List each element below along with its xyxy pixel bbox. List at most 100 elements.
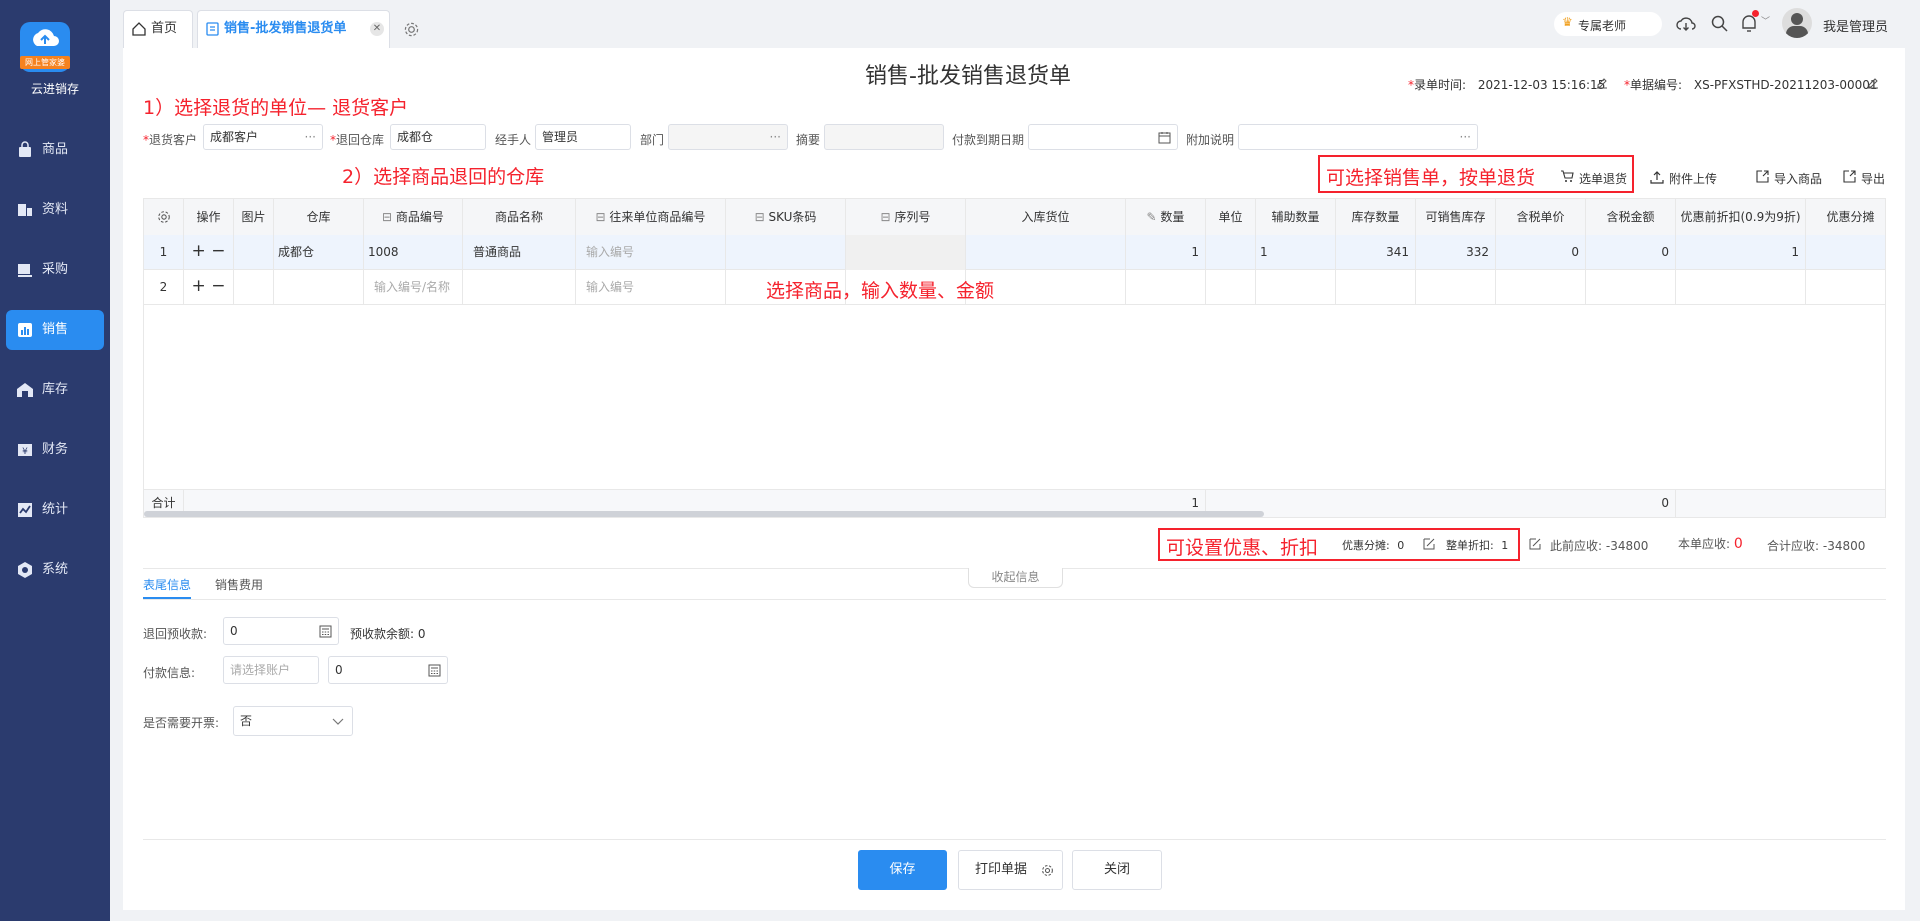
search-icon[interactable] (1711, 15, 1728, 32)
add-row-icon[interactable]: + (192, 276, 206, 296)
share-cell[interactable] (1806, 270, 1885, 305)
handler-input[interactable]: 管理员 (535, 124, 631, 150)
image-cell[interactable] (234, 270, 274, 305)
nav-item-data[interactable]: 资料 (6, 190, 104, 230)
entry-time-value: 2021-12-03 15:16:15 (1477, 78, 1606, 92)
cloud-download-icon[interactable] (1676, 15, 1696, 33)
edit-icon[interactable] (1867, 77, 1879, 89)
discount-cell[interactable]: 1 (1676, 235, 1806, 270)
remark-input[interactable]: ··· (1238, 124, 1478, 150)
chevron-down-icon[interactable]: ﹀ (1761, 14, 1770, 27)
avatar[interactable] (1782, 8, 1812, 38)
discount-share-field[interactable]: 优惠分摊: 0 (1342, 537, 1404, 553)
warehouse-cell[interactable]: 成都仓 (274, 235, 364, 270)
price-cell[interactable] (1496, 270, 1586, 305)
select-doc-button[interactable]: 选单退货 (1560, 170, 1627, 187)
nav-item-purchase[interactable]: 采购 (6, 250, 104, 290)
col-header: 优惠前折扣(0.9为9折) (1676, 199, 1806, 235)
col-header[interactable]: ✎ 数量 (1126, 199, 1206, 235)
nav-label: 采购 (42, 262, 69, 277)
payment-amount-input[interactable]: 0 (328, 656, 448, 684)
save-button[interactable]: 保存 (858, 850, 947, 890)
collapse-toggle[interactable]: 收起信息 (968, 568, 1063, 588)
calculator-icon[interactable] (428, 664, 441, 677)
remove-row-icon[interactable]: − (211, 276, 225, 296)
col-header: 商品名称 (463, 199, 576, 235)
close-tab-icon[interactable]: ✕ (370, 22, 384, 36)
invoice-select[interactable]: 否 (233, 706, 353, 736)
goods-code-cell[interactable]: 1008 (364, 235, 463, 270)
tab-home[interactable]: 首页 (123, 10, 193, 48)
unit-cell[interactable] (1206, 235, 1256, 270)
tab-settings-icon[interactable] (404, 22, 419, 37)
teacher-badge[interactable]: ♛ 专属老师 (1554, 12, 1662, 36)
app-logo[interactable]: 网上管家婆 (20, 22, 70, 72)
divider (143, 599, 1886, 600)
col-header[interactable]: ⊟ 序列号 (846, 199, 966, 235)
goods-code-cell[interactable]: 输入编号/名称 (364, 270, 463, 305)
remove-row-icon[interactable]: − (211, 241, 225, 261)
unit-cell[interactable] (1206, 270, 1256, 305)
amount-cell[interactable]: 0 (1586, 235, 1676, 270)
nav-item-stock[interactable]: 库存 (6, 370, 104, 410)
calendar-icon[interactable] (1158, 131, 1171, 144)
import-goods-button[interactable]: 导入商品 (1756, 170, 1822, 187)
upload-attachment-button[interactable]: 附件上传 (1650, 170, 1717, 187)
serial-cell[interactable] (846, 235, 966, 270)
horizontal-scrollbar[interactable] (144, 511, 1264, 517)
discount-cell[interactable] (1676, 270, 1806, 305)
remark-label: 附加说明 (1186, 133, 1235, 147)
edit-icon[interactable] (1529, 538, 1541, 550)
price-cell[interactable]: 0 (1496, 235, 1586, 270)
summary-input[interactable] (824, 124, 944, 150)
whole-discount-field[interactable]: 整单折扣: 1 (1446, 537, 1508, 553)
col-header[interactable]: ⊟ 往来单位商品编号 (576, 199, 726, 235)
due-date-input[interactable] (1028, 124, 1178, 150)
sku-cell[interactable] (726, 235, 846, 270)
export-button[interactable]: 导出 (1843, 170, 1885, 187)
qty-cell[interactable]: 1 (1126, 235, 1206, 270)
goods-name-cell[interactable]: 普通商品 (463, 235, 576, 270)
table-row[interactable]: 1 + − 成都仓 1008 普通商品 输入编号 1 1 341 332 0 0… (144, 235, 1885, 270)
column-settings[interactable] (144, 199, 184, 235)
edit-icon[interactable] (1596, 77, 1608, 89)
qty-cell[interactable] (1126, 270, 1206, 305)
aux-qty-cell[interactable]: 1 (1256, 235, 1336, 270)
image-cell[interactable] (234, 235, 274, 270)
nav-item-system[interactable]: 系统 (6, 550, 104, 590)
account-select[interactable]: 请选择账户 (223, 656, 319, 684)
partner-code-cell[interactable]: 输入编号 (576, 235, 726, 270)
nav-label: 系统 (42, 562, 69, 577)
col-header: 优惠分摊 (1806, 199, 1885, 235)
warehouse-input[interactable]: 成都仓 (390, 124, 486, 150)
tab-footer-info[interactable]: 表尾信息 (143, 576, 191, 593)
gear-icon[interactable] (1041, 864, 1054, 877)
tab-sales-return[interactable]: 销售-批发销售退货单 ✕ (197, 10, 390, 48)
edit-icon[interactable] (1423, 538, 1435, 550)
dept-input[interactable]: ··· (668, 124, 788, 150)
close-button[interactable]: 关闭 (1072, 850, 1162, 890)
calculator-icon[interactable] (319, 625, 332, 638)
nav-item-finance[interactable]: ¥ 财务 (6, 430, 104, 470)
add-row-icon[interactable]: + (192, 241, 206, 261)
nav-item-statistics[interactable]: 统计 (6, 490, 104, 530)
partner-code-cell[interactable]: 输入编号 (576, 270, 726, 305)
nav-item-sales[interactable]: 销售 (6, 310, 104, 350)
annotation-select-doc: 可选择销售单，按单退货 (1326, 167, 1536, 189)
col-header[interactable]: ⊟ SKU条码 (726, 199, 846, 235)
nav-item-goods[interactable]: 商品 (6, 130, 104, 170)
location-cell[interactable] (966, 235, 1126, 270)
user-name[interactable]: 我是管理员 (1823, 16, 1888, 35)
customer-input[interactable]: 成都客户 ··· (203, 124, 323, 150)
warehouse-cell[interactable] (274, 270, 364, 305)
share-cell[interactable] (1806, 235, 1885, 270)
col-header[interactable]: ⊟ 商品编号 (364, 199, 463, 235)
trend-icon (18, 503, 32, 517)
print-button[interactable]: 打印单据 (958, 850, 1063, 890)
tab-sales-fee[interactable]: 销售费用 (215, 576, 263, 593)
goods-name-cell[interactable] (463, 270, 576, 305)
amount-cell[interactable] (1586, 270, 1676, 305)
table-row[interactable]: 2 + − 输入编号/名称 输入编号 (144, 270, 1885, 305)
prepay-input[interactable]: 0 (223, 617, 339, 645)
aux-qty-cell[interactable] (1256, 270, 1336, 305)
